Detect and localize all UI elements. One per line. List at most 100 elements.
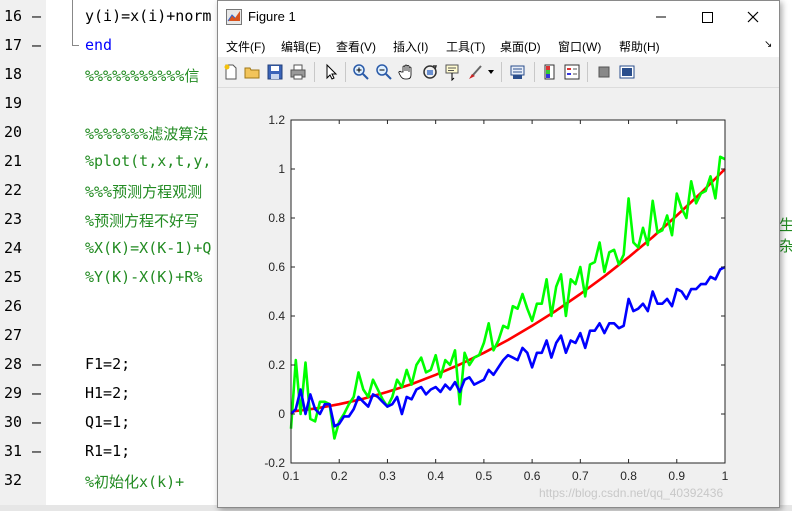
line-number: 32 xyxy=(4,471,23,489)
link-plot-icon[interactable] xyxy=(509,63,527,81)
figure-toolbar xyxy=(218,57,779,88)
line-number: 30 xyxy=(4,413,23,431)
code-text: R1=1; xyxy=(85,442,131,460)
x-tick-label: 0.4 xyxy=(427,469,444,483)
code-fold-bracket xyxy=(72,0,73,46)
print-icon[interactable] xyxy=(289,63,307,81)
code-text: %Y(K)-X(K)+R% xyxy=(85,268,203,286)
data-cursor-icon[interactable] xyxy=(444,63,462,81)
brush-icon[interactable] xyxy=(466,63,484,81)
maximize-icon xyxy=(702,12,713,23)
close-button[interactable] xyxy=(730,1,776,33)
open-file-icon[interactable] xyxy=(243,63,261,81)
zoom-out-icon[interactable] xyxy=(375,63,393,81)
y-tick-label: 0.2 xyxy=(268,358,285,372)
line-number: 29 xyxy=(4,384,23,402)
breakpoint-marker[interactable]: — xyxy=(32,355,41,373)
x-tick-label: 0.8 xyxy=(620,469,637,483)
hide-plot-tools-icon[interactable] xyxy=(595,63,613,81)
line-number: 31 xyxy=(4,442,23,460)
line-number: 28 xyxy=(4,355,23,373)
x-tick-label: 0.3 xyxy=(379,469,396,483)
line-number: 22 xyxy=(4,181,23,199)
y-tick-label: 0 xyxy=(278,407,285,421)
menu-view[interactable]: 查看(V) xyxy=(336,38,376,55)
y-tick-label: 0.4 xyxy=(268,309,285,323)
breakpoint-marker[interactable]: — xyxy=(32,384,41,402)
code-text: %预测方程不好写 xyxy=(85,212,200,230)
line-number: 26 xyxy=(4,297,23,315)
axes-background[interactable] xyxy=(291,120,725,463)
code-text: H1=2; xyxy=(85,384,131,402)
maximize-button[interactable] xyxy=(684,1,730,33)
code-text: %X(K)=X(K-1)+Q xyxy=(85,239,212,257)
line-number: 20 xyxy=(4,123,23,141)
line-number: 27 xyxy=(4,326,23,344)
menu-dock-arrow-icon[interactable]: ↘ xyxy=(764,39,772,50)
code-text: Q1=1; xyxy=(85,413,131,431)
line-number: 16 xyxy=(4,7,23,25)
code-text: %%%%%%%滤波算法 xyxy=(85,125,209,143)
code-text: %%%%%%%%%%%信 xyxy=(85,67,200,85)
line-number: 19 xyxy=(4,94,23,112)
line-number: 24 xyxy=(4,239,23,257)
y-tick-label: 1 xyxy=(278,162,285,176)
line-number: 17 xyxy=(4,36,23,54)
menu-window[interactable]: 窗口(W) xyxy=(558,38,601,55)
x-tick-label: 0.5 xyxy=(476,469,493,483)
x-tick-label: 0.9 xyxy=(668,469,685,483)
minimize-icon xyxy=(656,16,666,18)
line-chart[interactable]: 0.1 0.2 0.3 0.4 0.5 0.6 0.7 0.8 0.9 1 -0.2 0 0.2 0.4 0… xyxy=(218,88,779,507)
toolbar-separator xyxy=(587,62,588,82)
y-tick-label: 1.2 xyxy=(268,113,285,127)
code-text: %%%预测方程观测 xyxy=(85,183,203,201)
show-plot-tools-icon[interactable] xyxy=(618,63,636,81)
line-number: 18 xyxy=(4,65,23,83)
insert-colorbar-icon[interactable] xyxy=(541,63,559,81)
window-title: Figure 1 xyxy=(248,9,296,24)
breakpoint-marker[interactable]: — xyxy=(32,36,41,54)
code-text: F1=2; xyxy=(85,355,131,373)
new-figure-icon[interactable] xyxy=(222,63,240,81)
line-number: 23 xyxy=(4,210,23,228)
menu-edit[interactable]: 编辑(E) xyxy=(281,38,321,55)
menu-desktop[interactable]: 桌面(D) xyxy=(500,38,541,55)
code-text: end xyxy=(85,36,113,54)
code-text: %初始化x(k)+ xyxy=(85,473,185,491)
menu-insert[interactable]: 插入(I) xyxy=(393,38,428,55)
y-tick-label: 0.6 xyxy=(268,260,285,274)
plot-area[interactable]: 0.1 0.2 0.3 0.4 0.5 0.6 0.7 0.8 0.9 1 -0.2 0 0.2 0.4 0… xyxy=(218,88,779,507)
zoom-in-icon[interactable] xyxy=(352,63,370,81)
insert-legend-icon[interactable] xyxy=(563,63,581,81)
x-tick-label: 0.1 xyxy=(283,469,300,483)
brush-dropdown-arrow-icon[interactable] xyxy=(488,70,494,75)
toolbar-separator xyxy=(314,62,315,82)
close-icon xyxy=(747,11,759,23)
x-tick-label: 0.6 xyxy=(524,469,541,483)
menu-help[interactable]: 帮助(H) xyxy=(619,38,660,55)
code-text: y(i)=x(i)+norm xyxy=(85,7,212,25)
toolbar-separator xyxy=(345,62,346,82)
pointer-icon[interactable] xyxy=(322,63,340,81)
toolbar-separator xyxy=(501,62,502,82)
minimize-button[interactable] xyxy=(638,1,684,33)
breakpoint-marker[interactable]: — xyxy=(32,413,41,431)
rotate-3d-icon[interactable] xyxy=(421,63,439,81)
code-fold-bracket-end xyxy=(72,45,79,46)
breakpoint-marker[interactable]: — xyxy=(32,7,41,25)
save-icon[interactable] xyxy=(266,63,284,81)
title-bar[interactable]: Figure 1 xyxy=(218,1,779,33)
x-tick-label: 0.7 xyxy=(572,469,589,483)
x-tick-label: 1 xyxy=(722,469,729,483)
code-text: %plot(t,x,t,y, xyxy=(85,152,212,170)
pan-icon[interactable] xyxy=(398,63,416,81)
menu-file[interactable]: 文件(F) xyxy=(226,38,265,55)
line-number: 25 xyxy=(4,268,23,286)
menu-tools[interactable]: 工具(T) xyxy=(446,38,485,55)
breakpoint-marker[interactable]: — xyxy=(32,442,41,460)
matlab-icon xyxy=(226,9,242,25)
watermark-text: https://blog.csdn.net/qq_40392436 xyxy=(539,486,724,500)
x-tick-label: 0.2 xyxy=(331,469,348,483)
figure-window[interactable]: Figure 1 文件(F) 编辑(E) 查看(V) 插入(I) 工具(T) 桌… xyxy=(217,0,780,508)
line-number: 21 xyxy=(4,152,23,170)
